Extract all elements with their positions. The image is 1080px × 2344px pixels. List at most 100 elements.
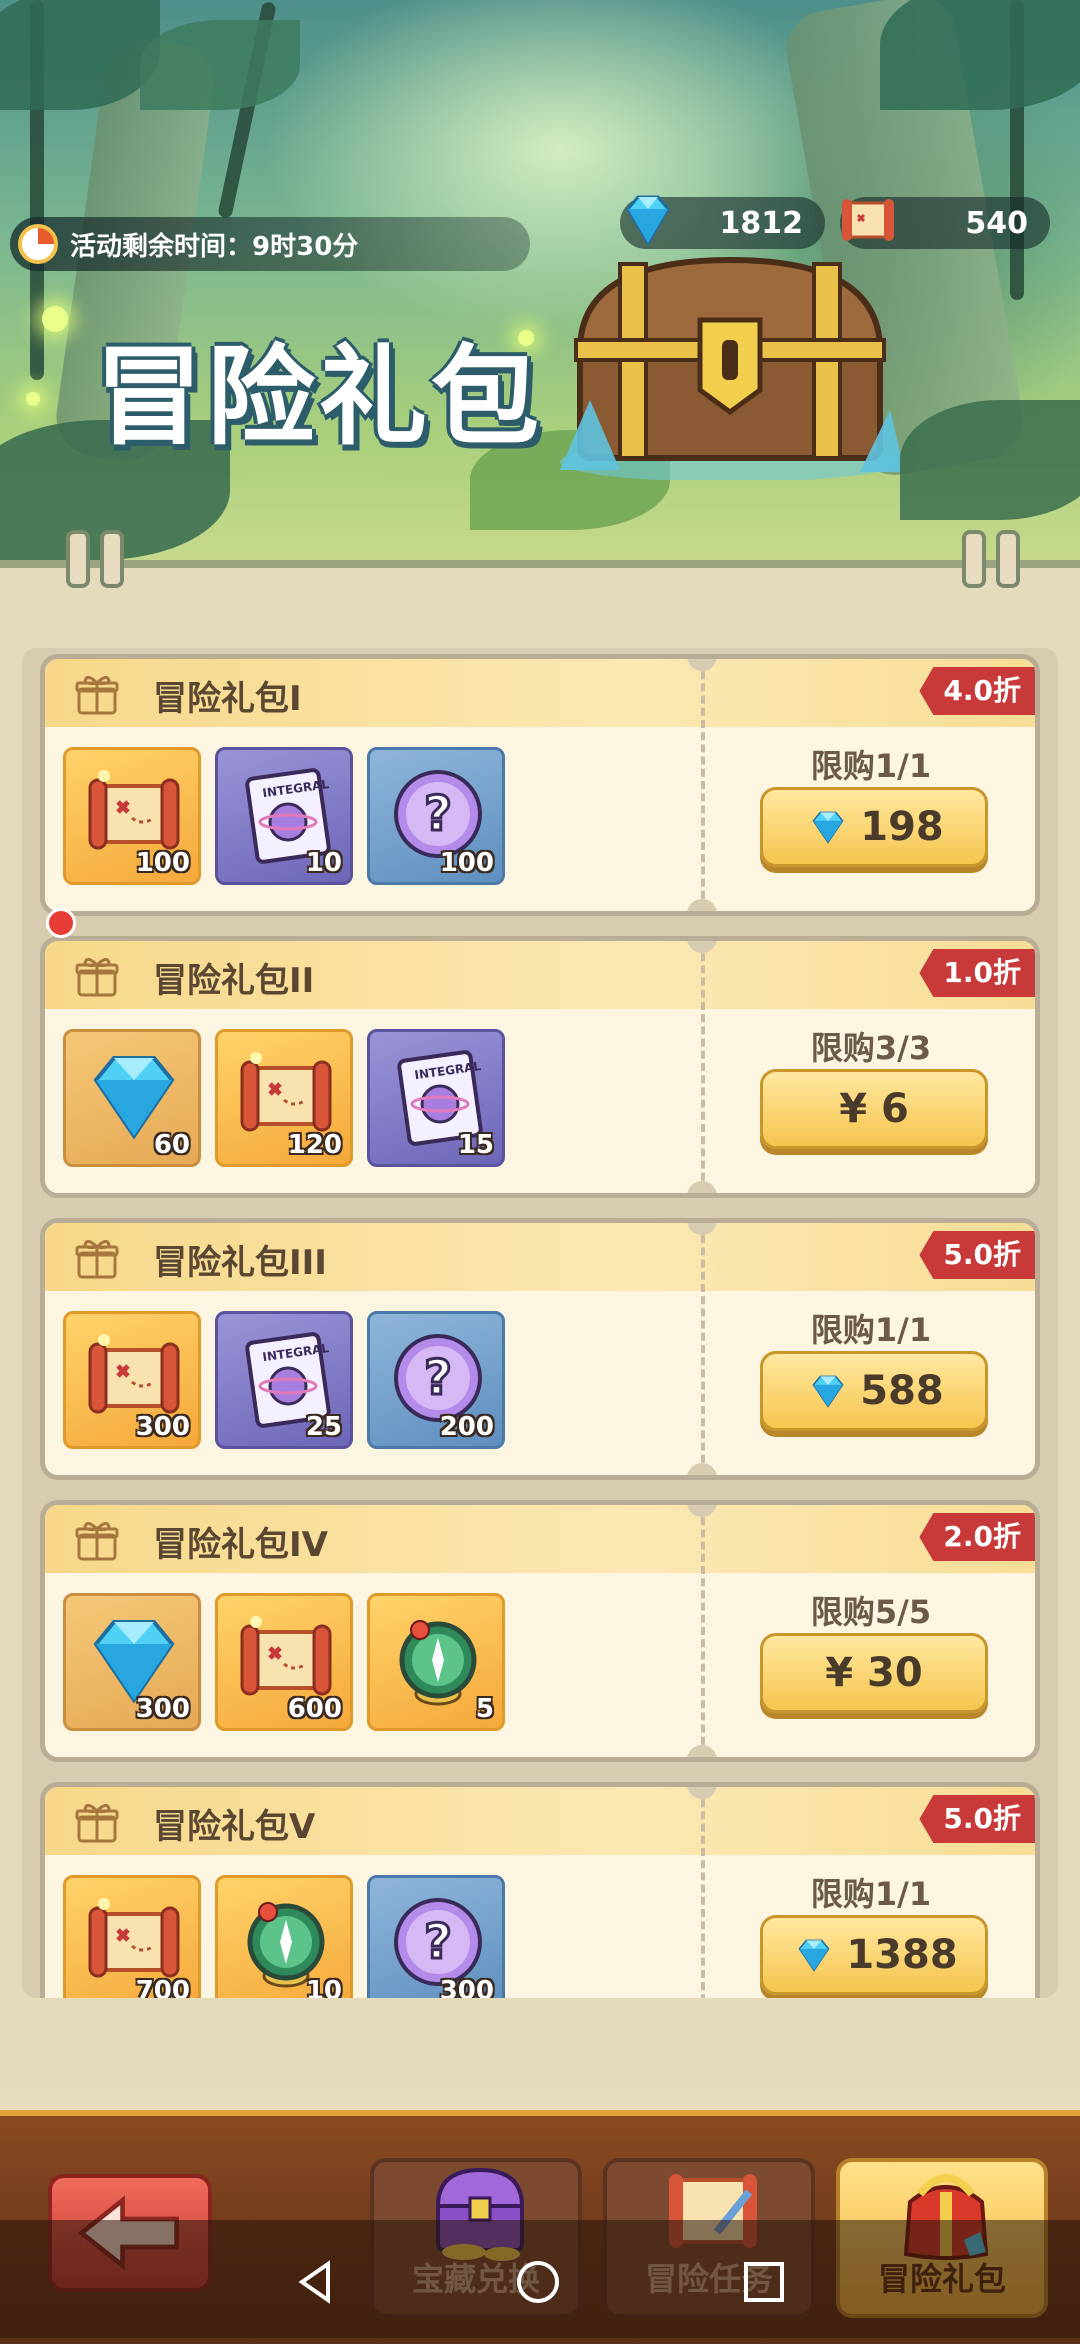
reward-list: 700 10 ? 300	[63, 1875, 505, 1998]
reward-quantity: 25	[305, 1412, 342, 1442]
reward-item[interactable]: 10	[215, 1875, 353, 1998]
reward-quantity: 10	[305, 848, 342, 878]
reward-item[interactable]: 60	[63, 1029, 201, 1167]
reward-quantity: 15	[457, 1130, 494, 1160]
reward-item[interactable]: INTEGRAL 15	[367, 1029, 505, 1167]
reward-quantity: 5	[475, 1694, 494, 1724]
reward-item[interactable]: 120	[215, 1029, 353, 1167]
reward-item[interactable]: ? 300	[367, 1875, 505, 1998]
buy-button[interactable]: 1388	[760, 1915, 988, 1995]
reward-quantity: 300	[135, 1694, 190, 1724]
gift-box-icon	[75, 958, 119, 997]
purchase-limit: 限购1/1	[810, 1311, 932, 1349]
ticket-notch	[687, 1463, 717, 1475]
scroll-count: 540	[965, 205, 1028, 241]
diamond-balance: 1812	[620, 195, 825, 249]
reward-quantity: 120	[287, 1130, 342, 1160]
reward-quantity: 60	[153, 1130, 190, 1160]
reward-quantity: 600	[287, 1694, 342, 1724]
reward-quantity: 700	[135, 1976, 190, 1998]
event-timer: 活动剩余时间： 9时30分	[10, 217, 530, 271]
gift-box-icon	[75, 1240, 119, 1279]
discount-badge: 4.0折	[919, 667, 1035, 715]
leaf	[140, 20, 300, 110]
svg-text:?: ?	[424, 1350, 452, 1406]
diamond-count: 1812	[719, 205, 804, 241]
timer-value: 9时30分	[252, 231, 359, 262]
pack-card: 冒险礼包II 1.0折 60 120 INTEGRAL 15 限购3/3 ¥ 6	[40, 936, 1040, 1198]
event-banner: 活动剩余时间： 9时30分 1812 540 冒险礼包	[0, 0, 1080, 570]
reward-quantity: 10	[305, 1976, 342, 1998]
reward-list: 100 INTEGRAL 10 ? 100	[63, 747, 505, 885]
pack-title: 冒险礼包V	[153, 1807, 316, 1847]
reward-list: 300 INTEGRAL 25 ? 200	[63, 1311, 505, 1449]
reward-item[interactable]: INTEGRAL 10	[215, 747, 353, 885]
discount-badge: 5.0折	[919, 1795, 1035, 1843]
compass-icon	[399, 1620, 477, 1706]
clock-icon	[18, 224, 58, 264]
diamond-icon	[812, 811, 844, 844]
firefly	[26, 392, 40, 406]
price-label: ¥ 6	[839, 1086, 909, 1132]
reward-quantity: 200	[439, 1412, 494, 1442]
reward-item[interactable]: 5	[367, 1593, 505, 1731]
buy-button[interactable]: 198	[760, 787, 988, 867]
pack-card: 冒险礼包I 4.0折 100 INTEGRAL 10 ? 100 限购1/1 1…	[40, 654, 1040, 916]
reward-item[interactable]: ? 100	[367, 747, 505, 885]
pack-card: 冒险礼包V 5.0折 700 10 ? 300 限购1/1 1388	[40, 1782, 1040, 1998]
buy-button[interactable]: ¥ 30	[760, 1633, 988, 1713]
reward-item[interactable]: 300	[63, 1311, 201, 1449]
firefly	[42, 306, 68, 332]
gift-box-icon	[75, 1522, 119, 1561]
reward-quantity: 100	[439, 848, 494, 878]
timer-label: 活动剩余时间：	[70, 231, 253, 262]
pack-list[interactable]: 冒险礼包I 4.0折 100 INTEGRAL 10 ? 100 限购1/1 1…	[22, 648, 1058, 1998]
reward-item[interactable]: 600	[215, 1593, 353, 1731]
diamond-icon	[798, 1939, 830, 1972]
panel-clip	[962, 530, 986, 588]
svg-text:?: ?	[424, 1914, 452, 1970]
pack-card: 冒险礼包IV 2.0折 300 600 5 限购5/5 ¥ 30	[40, 1500, 1040, 1762]
svg-text:?: ?	[424, 786, 452, 842]
discount-badge: 1.0折	[919, 949, 1035, 997]
panel-clip	[66, 530, 90, 588]
diamond-icon	[812, 1375, 844, 1408]
purchase-limit: 限购1/1	[810, 1875, 932, 1913]
pack-title: 冒险礼包IV	[153, 1525, 328, 1565]
nav-recents-icon[interactable]	[740, 2258, 788, 2306]
discount-badge: 2.0折	[919, 1513, 1035, 1561]
pack-title: 冒险礼包I	[153, 679, 302, 719]
reward-item[interactable]: 100	[63, 747, 201, 885]
reward-item[interactable]: 700	[63, 1875, 201, 1998]
reward-item[interactable]: 300	[63, 1593, 201, 1731]
scroll-balance: 540	[840, 197, 1050, 249]
leaf	[880, 0, 1080, 110]
purchase-limit: 限购5/5	[810, 1593, 932, 1631]
notification-dot	[46, 908, 76, 938]
diamond-icon	[626, 195, 670, 246]
ticket-notch	[687, 1745, 717, 1757]
gift-box-icon	[75, 1804, 119, 1843]
reward-list: 60 120 INTEGRAL 15	[63, 1029, 505, 1167]
purchase-limit: 限购3/3	[810, 1029, 932, 1067]
reward-list: 300 600 5	[63, 1593, 505, 1731]
pack-card: 冒险礼包III 5.0折 300 INTEGRAL 25 ? 200 限购1/1…	[40, 1218, 1040, 1480]
price-label: 588	[860, 1368, 944, 1414]
gift-box-icon	[75, 676, 119, 715]
buy-button[interactable]: ¥ 6	[760, 1069, 988, 1149]
buy-button[interactable]: 588	[760, 1351, 988, 1431]
panel-clip	[100, 530, 124, 588]
page-title: 冒险礼包	[95, 335, 544, 460]
nav-home-icon[interactable]	[514, 2258, 562, 2306]
reward-item[interactable]: INTEGRAL 25	[215, 1311, 353, 1449]
reward-quantity: 100	[135, 848, 190, 878]
purchase-limit: 限购1/1	[810, 747, 932, 785]
reward-item[interactable]: ? 200	[367, 1311, 505, 1449]
pack-title: 冒险礼包II	[153, 961, 315, 1001]
map-scroll-icon	[842, 199, 894, 241]
ticket-notch	[687, 899, 717, 911]
reward-quantity: 300	[439, 1976, 494, 1998]
nav-back-icon[interactable]	[292, 2258, 340, 2306]
panel-clip	[996, 530, 1020, 588]
treasure-chest-icon	[560, 256, 900, 480]
